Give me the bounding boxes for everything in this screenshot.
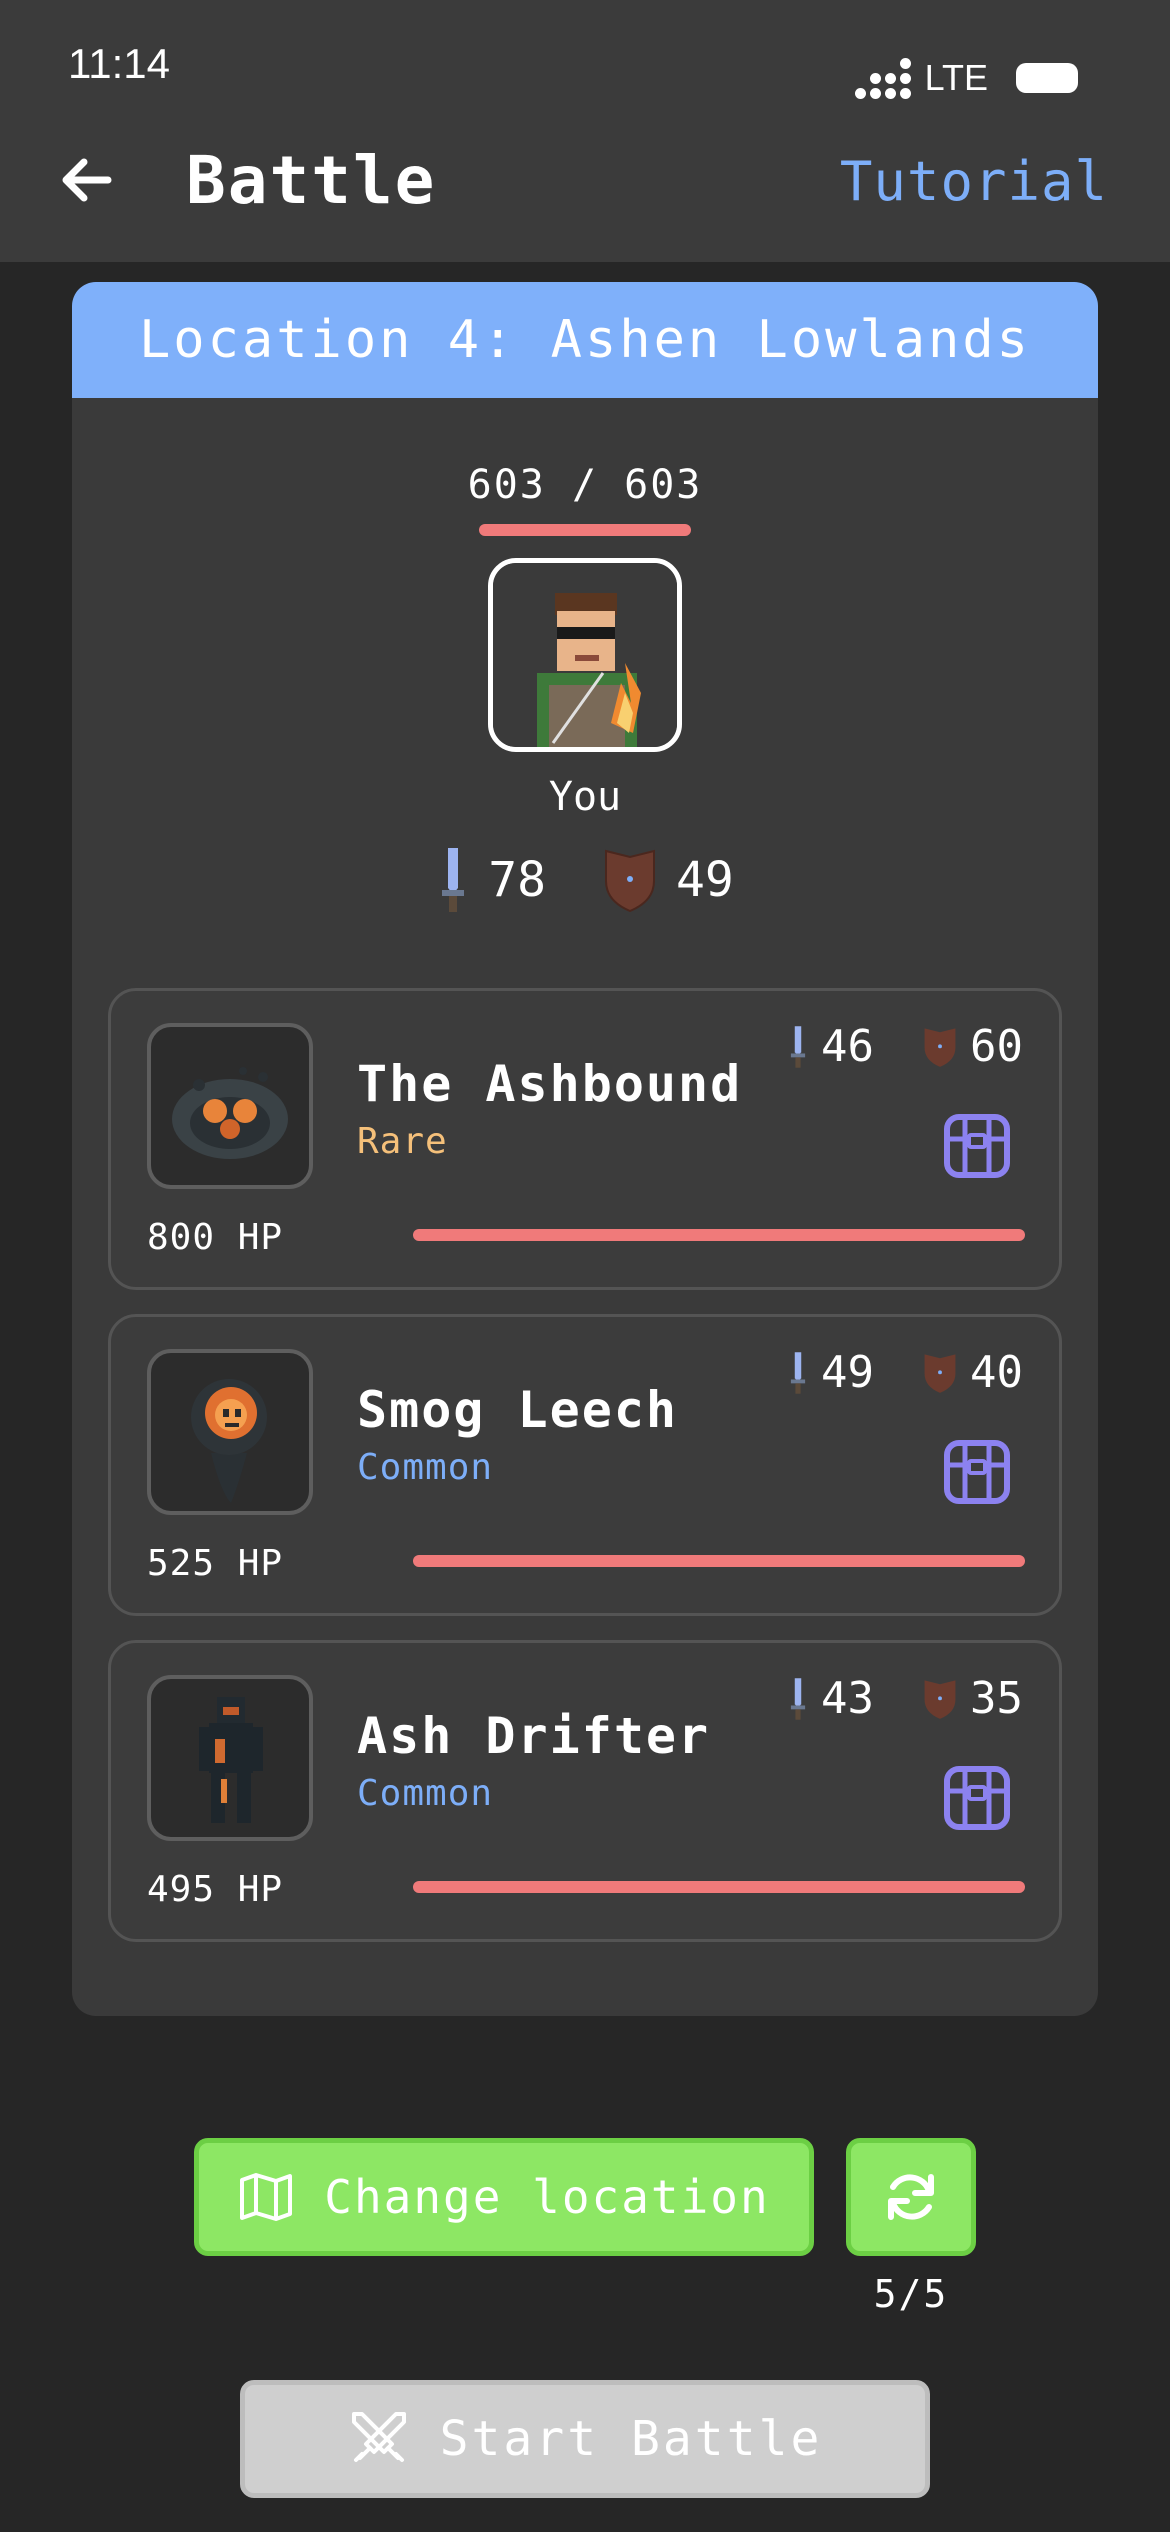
player-attack-value: 78 bbox=[488, 852, 546, 908]
player-portrait-image bbox=[493, 563, 677, 747]
sword-icon bbox=[790, 1025, 806, 1068]
enemy-portrait bbox=[147, 1349, 313, 1515]
enemy-hp-text: 525 HP bbox=[147, 1543, 284, 1584]
enemy-stats: 43 35 bbox=[787, 1673, 1023, 1724]
battery-icon bbox=[1016, 63, 1078, 93]
enemy-portrait bbox=[147, 1023, 313, 1189]
start-battle-label: Start Battle bbox=[439, 2411, 823, 2467]
arrow-left-icon bbox=[62, 158, 112, 202]
status-indicators: LTE bbox=[854, 57, 1078, 99]
back-button[interactable] bbox=[56, 150, 116, 210]
player-name: You bbox=[548, 774, 622, 820]
enemy-rarity: Rare bbox=[357, 1121, 448, 1162]
player-panel: 603 / 603 You 78 49 bbox=[72, 462, 1098, 916]
player-hp-text: 603 / 603 bbox=[467, 462, 703, 508]
refresh-enemies-button[interactable] bbox=[846, 2138, 976, 2256]
enemy-hp-bar bbox=[413, 1555, 1025, 1567]
enemy-attack-value: 46 bbox=[821, 1021, 875, 1072]
start-battle-button[interactable]: Start Battle bbox=[240, 2380, 930, 2498]
player-hp-bar bbox=[479, 524, 691, 536]
enemy-hp-bar bbox=[413, 1881, 1025, 1893]
enemy-attack-value: 49 bbox=[821, 1347, 875, 1398]
enemy-card[interactable]: The Ashbound Rare 46 60 800 HP bbox=[108, 988, 1062, 1290]
shield-icon bbox=[924, 1353, 956, 1393]
app-header: 11:14 LTE Battle Tutorial bbox=[0, 0, 1170, 262]
enemy-name: Smog Leech bbox=[357, 1381, 679, 1439]
smog-leech-image bbox=[191, 1379, 267, 1503]
enemy-card[interactable]: Smog Leech Common 49 40 525 HP bbox=[108, 1314, 1062, 1616]
change-location-label: Change location bbox=[324, 2170, 770, 2224]
player-avatar bbox=[488, 558, 682, 752]
chest-icon bbox=[944, 1440, 1010, 1504]
location-title: Location 4: Ashen Lowlands bbox=[72, 282, 1098, 398]
enemy-defense-value: 60 bbox=[970, 1021, 1023, 1072]
shield-icon bbox=[605, 849, 655, 913]
enemy-name: The Ashbound bbox=[357, 1055, 743, 1113]
sword-icon bbox=[790, 1677, 806, 1720]
battle-card: Location 4: Ashen Lowlands 603 / 603 You bbox=[72, 282, 1098, 2016]
loot-chest-button[interactable] bbox=[941, 1109, 1013, 1181]
ash-drifter-image bbox=[199, 1697, 263, 1823]
loot-chest-button[interactable] bbox=[941, 1761, 1013, 1833]
enemy-defense-value: 35 bbox=[970, 1673, 1023, 1724]
enemy-stats: 46 60 bbox=[787, 1021, 1023, 1072]
player-defense-value: 49 bbox=[676, 852, 734, 908]
enemy-hp-text: 495 HP bbox=[147, 1869, 284, 1910]
shield-icon bbox=[924, 1679, 956, 1719]
signal-icon bbox=[854, 57, 911, 99]
sword-icon bbox=[442, 848, 465, 912]
refresh-count: 5/5 bbox=[873, 2272, 949, 2316]
enemy-hp-bar bbox=[413, 1229, 1025, 1241]
page-title: Battle bbox=[186, 142, 437, 219]
enemy-rarity: Common bbox=[357, 1447, 494, 1488]
tutorial-link[interactable]: Tutorial bbox=[840, 150, 1108, 213]
enemy-rarity: Common bbox=[357, 1773, 494, 1814]
chest-icon bbox=[944, 1114, 1010, 1178]
enemy-attack-value: 43 bbox=[821, 1673, 875, 1724]
enemy-stats: 49 40 bbox=[787, 1347, 1023, 1398]
shield-icon bbox=[924, 1027, 956, 1067]
loot-chest-button[interactable] bbox=[941, 1435, 1013, 1507]
player-stats: 78 49 bbox=[72, 844, 1098, 916]
network-label: LTE bbox=[924, 57, 988, 98]
refresh-icon bbox=[888, 2174, 934, 2220]
map-icon bbox=[240, 2173, 293, 2221]
enemy-hp-text: 800 HP bbox=[147, 1217, 284, 1258]
sword-icon bbox=[790, 1351, 806, 1394]
enemy-defense-value: 40 bbox=[970, 1347, 1023, 1398]
status-time: 11:14 bbox=[68, 40, 170, 87]
change-location-button[interactable]: Change location bbox=[194, 2138, 814, 2256]
crossed-swords-icon bbox=[351, 2412, 406, 2462]
ashbound-image bbox=[172, 1067, 288, 1159]
enemy-portrait bbox=[147, 1675, 313, 1841]
chest-icon bbox=[944, 1766, 1010, 1830]
enemy-card[interactable]: Ash Drifter Common 43 35 495 HP bbox=[108, 1640, 1062, 1942]
enemy-name: Ash Drifter bbox=[357, 1707, 711, 1765]
